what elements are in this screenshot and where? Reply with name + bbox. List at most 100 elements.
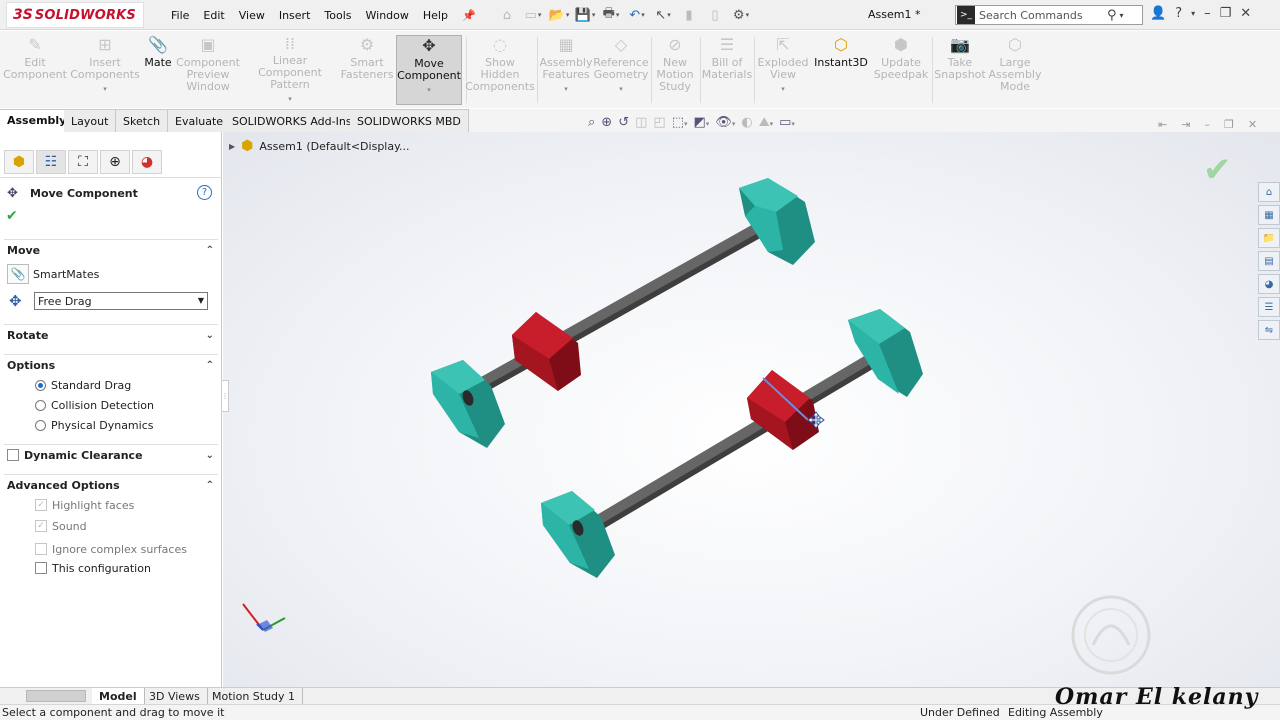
ignore-complex-surfaces-checkbox[interactable] [35, 543, 47, 555]
upper-rod[interactable] [463, 211, 783, 395]
tab-scroll-arrows[interactable] [26, 690, 86, 702]
file-explorer-icon[interactable]: 📁 [1258, 228, 1280, 248]
dynamic-annotation-icon[interactable]: ◰ [653, 115, 665, 130]
print-icon[interactable]: 🖶 ▾ [600, 5, 622, 25]
help-dropdown-icon[interactable]: ▾ [1191, 9, 1195, 21]
move-mode-select[interactable]: Free Drag ▼ [34, 292, 208, 310]
feature-tree-root[interactable]: ▶ ⬢ Assem1 (Default<Display... [229, 138, 410, 154]
restore-icon[interactable]: ❐ [1220, 6, 1232, 21]
search-dropdown-icon[interactable]: ▾ [1120, 11, 1124, 20]
reference-geometry-dropdown-icon[interactable]: ▾ [619, 83, 623, 95]
highlight-faces-checkbox[interactable]: ✓ [35, 499, 47, 511]
linear-pattern-dropdown-icon[interactable]: ▾ [288, 93, 292, 105]
menu-edit[interactable]: Edit [196, 9, 231, 22]
previous-view-icon[interactable]: ↺ [618, 115, 629, 130]
linear-pattern-button[interactable]: ⁞⁞ Linear Component Pattern ▾ [244, 35, 336, 105]
assembly-features-button[interactable]: ▦ Assembly Features ▾ [539, 35, 592, 105]
exploded-view-dropdown-icon[interactable]: ▾ [781, 83, 785, 95]
rebuild-icon[interactable]: ▮ [678, 5, 700, 25]
upper-red-block[interactable] [512, 312, 581, 391]
upper-right-plate[interactable] [739, 178, 815, 265]
menu-tools[interactable]: Tools [317, 9, 358, 22]
menu-view[interactable]: View [232, 9, 272, 22]
move-component-button[interactable]: ✥ Move Component ▾ [396, 35, 462, 105]
move-group-header[interactable]: Move ⌃ [0, 240, 222, 260]
expand-arrow-icon[interactable]: ▶ [229, 142, 235, 151]
lower-left-plate[interactable] [541, 491, 615, 578]
hide-show-items-icon[interactable]: 👁▾ [715, 115, 735, 130]
smartmates-icon[interactable]: 📎 [7, 264, 29, 284]
property-manager-tab-icon[interactable]: ☷ [36, 150, 66, 174]
exploded-view-button[interactable]: ⇱ Exploded View ▾ [756, 35, 810, 105]
this-configuration-checkbox[interactable] [35, 562, 47, 574]
file-properties-icon[interactable]: ▯ [704, 5, 726, 25]
viewport-minimize-icon[interactable]: – [1204, 118, 1210, 131]
collapse-chevron-icon[interactable]: ⌃ [206, 245, 214, 256]
take-snapshot-button[interactable]: 📷 Take Snapshot [934, 35, 986, 105]
viewport-close-icon[interactable]: ✕ [1248, 118, 1257, 131]
physical-dynamics-radio[interactable] [35, 419, 46, 431]
new-document-icon[interactable]: ▭ ▾ [522, 5, 544, 25]
custom-properties-icon[interactable]: ☰ [1258, 297, 1280, 317]
large-assembly-mode-button[interactable]: ⬡ Large Assembly Mode [988, 35, 1042, 105]
smart-fasteners-button[interactable]: ⚙ Smart Fasteners [340, 35, 394, 105]
design-library-icon[interactable]: ▦ [1258, 205, 1280, 225]
forum-icon[interactable]: ⇋ [1258, 320, 1280, 340]
mate-button[interactable]: 📎 Mate [142, 35, 174, 105]
menu-window[interactable]: Window [359, 9, 416, 22]
view-settings-icon[interactable]: ▭▾ [779, 115, 795, 130]
new-motion-study-button[interactable]: ⊘ New Motion Study [654, 35, 696, 105]
edit-appearance-icon[interactable]: ◐ [741, 115, 752, 130]
insert-components-button[interactable]: ⊞ Insert Components ▾ [70, 35, 140, 105]
options-gear-icon[interactable]: ⚙ ▾ [730, 5, 752, 25]
edit-component-button[interactable]: ✎ Edit Component [3, 35, 67, 105]
selected-red-block[interactable] [747, 370, 819, 450]
confirmation-corner-check-icon[interactable]: ✔ [1203, 150, 1232, 190]
insert-components-dropdown-icon[interactable]: ▾ [103, 83, 107, 95]
assembly-features-dropdown-icon[interactable]: ▾ [564, 83, 568, 95]
tab-evaluate[interactable]: Evaluate [168, 109, 232, 132]
search-icon[interactable]: ⚲ [1107, 8, 1117, 23]
options-group-header[interactable]: Options ⌃ [0, 355, 222, 375]
apply-scene-icon[interactable]: ⛰▾ [759, 115, 773, 130]
search-commands-box[interactable]: >_ ⚲ ▾ [955, 5, 1143, 25]
tab-layout[interactable]: Layout [64, 109, 117, 132]
tab-3d-views[interactable]: 3D Views [142, 688, 208, 704]
tab-solidworks-addins[interactable]: SOLIDWORKS Add-Ins [225, 109, 360, 132]
bill-of-materials-button[interactable]: ☰ Bill of Materials [702, 35, 752, 105]
help-icon[interactable]: ? [1175, 6, 1182, 21]
tab-model[interactable]: Model [92, 688, 145, 704]
reference-geometry-button[interactable]: ◇ Reference Geometry ▾ [593, 35, 648, 105]
open-folder-icon[interactable]: 📂 ▾ [548, 5, 570, 25]
solidworks-logo[interactable]: 3S SOLIDWORKS [6, 2, 144, 28]
select-pointer-icon[interactable]: ↖ ▾ [652, 5, 674, 25]
help-icon[interactable]: ? [197, 185, 212, 200]
tab-motion-study-1[interactable]: Motion Study 1 [205, 688, 304, 704]
expand-chevron-icon[interactable]: ⌄ [206, 330, 214, 341]
dynamic-clearance-checkbox[interactable] [7, 449, 19, 461]
viewport-restore-icon[interactable]: ❐ [1224, 118, 1234, 131]
viewport-next-icon[interactable]: ⇥ [1181, 118, 1190, 131]
search-commands-input[interactable] [979, 8, 1107, 22]
lower-rod[interactable] [588, 341, 896, 528]
dimxpert-manager-tab-icon[interactable]: ⊕ [100, 150, 130, 174]
solidworks-resources-icon[interactable]: ⌂ [1258, 182, 1280, 202]
tab-solidworks-mbd[interactable]: SOLIDWORKS MBD [350, 109, 469, 132]
view-orientation-icon[interactable]: ⬚▾ [672, 115, 688, 130]
component-preview-button[interactable]: ▣ Component Preview Window [176, 35, 240, 105]
menu-file[interactable]: File [164, 9, 196, 22]
panel-splitter-handle[interactable]: ⋮ [221, 380, 229, 412]
graphics-area[interactable]: ▶ ⬢ Assem1 (Default<Display... ✔ ⌂ ▦ 📁 ▤… [223, 132, 1280, 687]
close-icon[interactable]: ✕ [1240, 6, 1251, 21]
sound-checkbox[interactable]: ✓ [35, 520, 47, 532]
menu-help[interactable]: Help [416, 9, 455, 22]
zoom-to-area-icon[interactable]: ⊕ [601, 115, 612, 130]
ok-checkmark-icon[interactable]: ✔ [6, 208, 18, 224]
appearances-icon[interactable]: ◕ [1258, 274, 1280, 294]
update-speedpak-button[interactable]: ⬢ Update Speedpak [872, 35, 930, 105]
pin-icon[interactable]: 📌 [455, 9, 483, 22]
show-hidden-button[interactable]: ◌ Show Hidden Components [465, 35, 535, 105]
configuration-manager-tab-icon[interactable]: ⛶ [68, 150, 98, 174]
rotate-group-header[interactable]: Rotate ⌄ [0, 325, 222, 345]
viewport-prev-icon[interactable]: ⇤ [1158, 118, 1167, 131]
